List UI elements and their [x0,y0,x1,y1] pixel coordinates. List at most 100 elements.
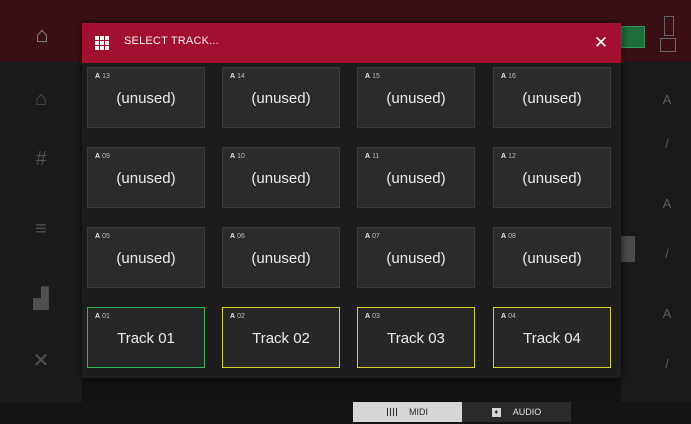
track-number: 01 [102,313,110,320]
computer-icon [660,38,676,52]
track-bank-letter: A [230,73,236,80]
home-icon: ⌂ [35,22,49,47]
track-bank-letter: A [365,233,371,240]
track-name: Track 03 [387,330,445,347]
track-pad[interactable]: A 09 (unused) [87,147,205,208]
track-pad[interactable]: A 11 (unused) [357,147,475,208]
background-block [621,236,635,262]
track-name: (unused) [522,90,582,107]
track-bank-letter: A [501,313,507,320]
track-name: (unused) [116,170,176,187]
track-number: 08 [508,233,516,240]
track-bank-letter: A [365,313,371,320]
track-bank-label: A 04 [501,313,516,320]
track-bank-label: A 05 [95,233,110,240]
tools-icon: ✕ [32,350,50,372]
track-name: (unused) [251,90,311,107]
track-pad[interactable]: A 12 (unused) [493,147,611,208]
track-name: (unused) [522,170,582,187]
status-indicator [621,26,645,48]
track-bank-letter: A [501,153,507,160]
track-name: (unused) [251,170,311,187]
grid-icon [95,36,109,50]
track-bank-label: A 06 [230,233,245,240]
track-pad[interactable]: A 05 (unused) [87,227,205,288]
track-name: Track 02 [252,330,310,347]
audio-button[interactable]: ♦ AUDIO [462,402,571,422]
grid-mode-icon: # [35,148,47,170]
midi-button[interactable]: MIDI [353,402,462,422]
mixer-icon: ≡ [35,218,47,240]
battery-icon [664,16,674,36]
track-pad[interactable]: A 10 (unused) [222,147,340,208]
select-track-dialog: SELECT TRACK... ✕ A 13 (unused) A 14 (unused)… [82,23,621,378]
track-bank-letter: A [365,73,371,80]
track-bank-letter: A [230,313,236,320]
track-pad[interactable]: A 14 (unused) [222,67,340,128]
home-icon: ⌂ [34,88,48,110]
audio-icon: ♦ [491,407,501,417]
track-bank-label: A 15 [365,73,380,80]
track-pad[interactable]: A 04 Track 04 [493,307,611,368]
track-pad[interactable]: A 13 (unused) [87,67,205,128]
track-number: 12 [508,153,516,160]
background-right-toolbar: A / A / A / [621,62,691,402]
track-pad[interactable]: A 01 Track 01 [87,307,205,368]
text-edit-icon: A [662,196,672,211]
bottom-bar [0,402,691,424]
track-bank-label: A 02 [230,313,245,320]
track-bank-label: A 09 [95,153,110,160]
track-name: (unused) [251,250,311,267]
track-number: 03 [372,313,380,320]
track-pad[interactable]: A 16 (unused) [493,67,611,128]
text-edit-icon: A [662,92,672,107]
track-name: (unused) [116,250,176,267]
dialog-header: SELECT TRACK... ✕ [82,23,621,63]
midi-label: MIDI [409,407,428,417]
dialog-title: SELECT TRACK... [124,35,219,47]
track-bank-label: A 16 [501,73,516,80]
pencil-icon: / [665,246,669,261]
track-number: 11 [372,153,380,160]
track-bank-label: A 08 [501,233,516,240]
track-pad[interactable]: A 07 (unused) [357,227,475,288]
track-bank-letter: A [230,233,236,240]
track-bank-letter: A [365,153,371,160]
text-edit-icon: A [662,306,672,321]
track-bank-letter: A [501,73,507,80]
background-left-toolbar: ⌂ # ≡ ▟ ✕ [0,62,82,402]
pencil-icon: / [665,136,669,151]
track-number: 14 [237,73,245,80]
track-bank-label: A 14 [230,73,245,80]
track-bank-label: A 13 [95,73,110,80]
track-type-toggle: MIDI ♦ AUDIO [353,402,571,422]
track-pad[interactable]: A 03 Track 03 [357,307,475,368]
track-name: Track 04 [523,330,581,347]
track-pad[interactable]: A 02 Track 02 [222,307,340,368]
track-number: 07 [372,233,380,240]
close-icon[interactable]: ✕ [589,31,613,55]
track-pad[interactable]: A 15 (unused) [357,67,475,128]
track-bank-letter: A [95,153,101,160]
track-number: 09 [102,153,110,160]
track-bank-letter: A [501,233,507,240]
level-icon: ▟ [33,288,49,310]
track-number: 13 [102,73,110,80]
track-bank-letter: A [95,73,101,80]
track-pad[interactable]: A 08 (unused) [493,227,611,288]
track-name: Track 01 [117,330,175,347]
midi-icon [387,408,397,416]
track-number: 10 [237,153,245,160]
track-number: 05 [102,233,110,240]
track-bank-letter: A [230,153,236,160]
pencil-icon: / [665,356,669,371]
track-pad[interactable]: A 06 (unused) [222,227,340,288]
track-bank-letter: A [95,313,101,320]
track-number: 04 [508,313,516,320]
track-bank-label: A 10 [230,153,245,160]
track-number: 15 [372,73,380,80]
track-bank-label: A 12 [501,153,516,160]
track-bank-label: A 03 [365,313,380,320]
track-bank-label: A 01 [95,313,110,320]
track-number: 02 [237,313,245,320]
